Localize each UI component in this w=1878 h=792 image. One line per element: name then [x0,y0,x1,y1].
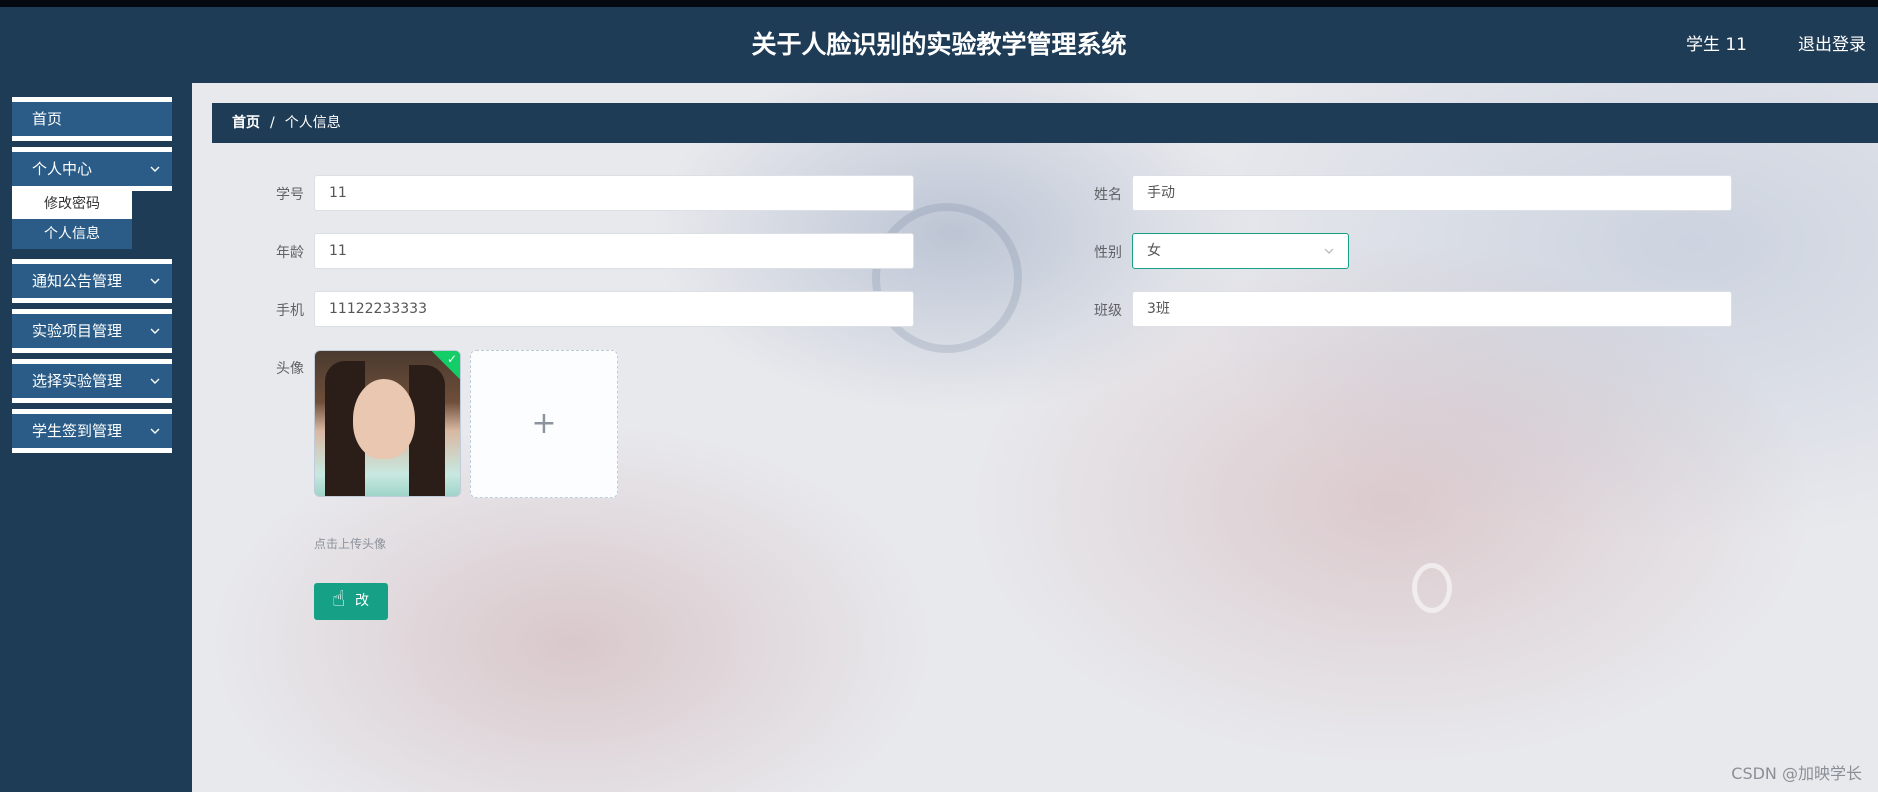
submit-button[interactable]: 改 [314,583,388,620]
avatar-upload-button[interactable]: + [470,350,618,498]
avatar-image[interactable]: ✓ [314,350,461,497]
chevron-down-icon [1324,248,1334,254]
breadcrumb: 首页 / 个人信息 [212,103,1878,143]
sidebar-item-label: 选择实验管理 [32,372,123,390]
app-header: 关于人脸识别的实验教学管理系统 学生 11 退出登录 [0,7,1878,83]
sidebar-item-home[interactable]: 首页 [12,97,172,141]
avatar-photo-part [353,379,415,459]
sidebar-item-label: 实验项目管理 [32,322,123,340]
breadcrumb-separator: / [270,115,275,131]
watermark: CSDN @加映学长 [1731,764,1862,783]
age-label: 年龄 [276,245,304,261]
background-decoration [872,203,1022,353]
current-user: 学生 11 [1685,35,1747,55]
sidebar-item-experiment-projects[interactable]: 实验项目管理 [12,309,172,353]
main-content: 首页 / 个人信息 学号 11 姓名 手动 年龄 11 性别 女 手机 111222… [192,83,1878,792]
student-id-field[interactable]: 11 [314,175,914,211]
class-field[interactable]: 3班 [1132,291,1732,327]
avatar-photo-part [409,365,445,496]
app-title: 关于人脸识别的实验教学管理系统 [751,30,1127,59]
chevron-down-icon [150,428,160,434]
chevron-down-icon [150,328,160,334]
submenu-change-password[interactable]: 修改密码 [12,189,132,219]
sidebar-item-personal-center[interactable]: 个人中心 [12,147,172,191]
sidebar: 首页 个人中心 修改密码 个人信息 通知公告管理 实验项目管理 选择实验管理 学… [0,83,192,792]
sidebar-item-select-experiment[interactable]: 选择实验管理 [12,359,172,403]
sidebar-item-sign-in[interactable]: 学生签到管理 [12,409,172,453]
background-decoration [1412,563,1452,613]
check-icon: ✓ [446,352,457,366]
plus-icon: + [531,406,557,441]
age-field[interactable]: 11 [314,233,914,269]
sidebar-item-label: 个人中心 [32,160,93,178]
phone-field[interactable]: 11122233333 [314,291,914,327]
gender-selected-value: 女 [1147,243,1161,259]
name-label: 姓名 [1094,187,1122,203]
sidebar-item-label: 学生签到管理 [32,422,123,440]
logout-link[interactable]: 退出登录 [1798,7,1866,83]
student-id-label: 学号 [276,187,304,203]
gender-select[interactable]: 女 [1132,233,1349,269]
breadcrumb-home[interactable]: 首页 [232,115,260,131]
chevron-down-icon [150,166,160,172]
hand-pointer-icon: ☝ [332,587,346,612]
gender-label: 性别 [1094,245,1122,261]
submenu-personal-info[interactable]: 个人信息 [12,219,132,249]
sidebar-item-label: 通知公告管理 [32,272,123,290]
name-field[interactable]: 手动 [1132,175,1732,211]
breadcrumb-current: 个人信息 [284,115,341,131]
phone-label: 手机 [276,303,304,319]
upload-hint: 点击上传头像 [314,537,387,551]
sidebar-item-announcements[interactable]: 通知公告管理 [12,259,172,303]
avatar-label: 头像 [276,361,304,377]
top-strip [0,0,1878,7]
sidebar-item-label: 首页 [32,110,63,128]
chevron-down-icon [150,278,160,284]
class-label: 班级 [1094,303,1122,319]
chevron-down-icon [150,378,160,384]
